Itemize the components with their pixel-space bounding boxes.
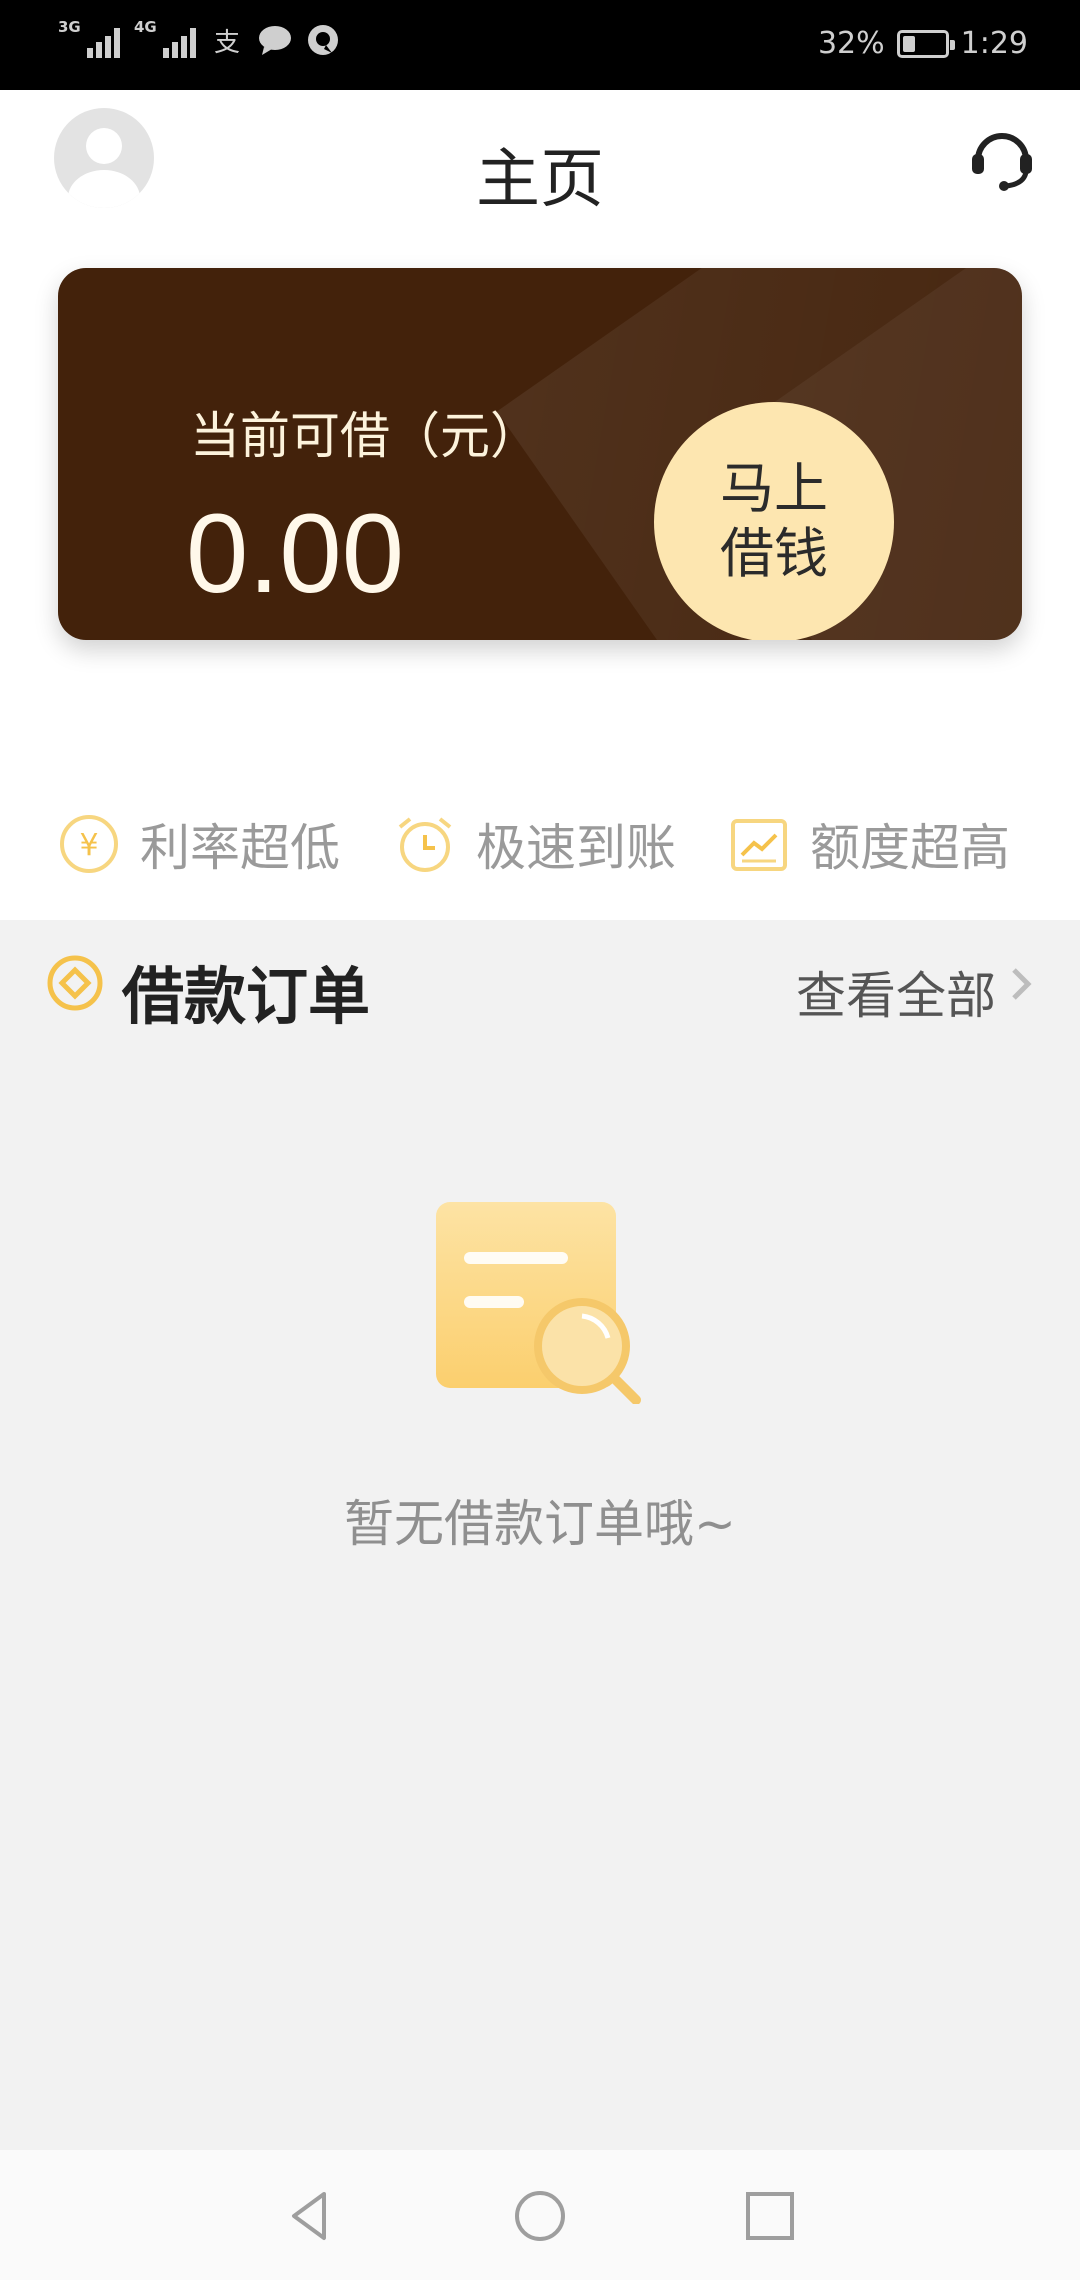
coin-icon xyxy=(47,955,103,1011)
alipay-icon: 支 xyxy=(213,27,240,58)
clock: 1:29 xyxy=(960,26,1028,61)
yuan-icon: ¥ xyxy=(60,815,118,873)
feature-label: 额度超高 xyxy=(810,819,1010,877)
chevron-right-icon[interactable] xyxy=(1006,964,1036,1004)
empty-document-icon xyxy=(436,1202,641,1404)
status-left: 3G 4G 支 xyxy=(58,18,340,58)
feature-fast-transfer: 极速到账 xyxy=(394,808,676,880)
battery-icon xyxy=(896,29,955,58)
available-credit-amount: 0.00 xyxy=(186,491,404,616)
alarm-clock-icon xyxy=(398,817,452,872)
qq-icon xyxy=(306,23,340,57)
feature-high-limit: 额度超高 xyxy=(728,808,1010,880)
signal-4g-icon: 4G xyxy=(134,18,196,58)
status-bar: 3G 4G 支 32% 1:29 xyxy=(0,0,1080,90)
network-type-label: 4G xyxy=(134,18,157,36)
feature-low-rate: ¥ 利率超低 xyxy=(58,808,340,880)
borrow-now-button[interactable]: 马上 借钱 xyxy=(654,402,894,640)
orders-header: 借款订单 查看全部 xyxy=(0,920,1080,1050)
headset-icon[interactable] xyxy=(966,124,1038,196)
home-icon[interactable] xyxy=(510,2186,570,2246)
view-all-link[interactable]: 查看全部 xyxy=(796,956,996,1028)
chat-icon xyxy=(258,23,292,57)
recents-icon[interactable] xyxy=(740,2186,800,2246)
system-nav-bar xyxy=(0,2150,1080,2280)
feature-label: 利率超低 xyxy=(140,819,340,877)
orders-title: 借款订单 xyxy=(122,960,371,1033)
battery-percent: 32% xyxy=(817,26,885,61)
borrow-button-line2: 借钱 xyxy=(720,522,828,585)
chart-icon xyxy=(731,819,787,871)
feature-label: 极速到账 xyxy=(476,819,676,877)
borrow-button-line1: 马上 xyxy=(720,457,828,521)
network-type-label: 3G xyxy=(58,18,81,36)
credit-card-panel: 当前可借（元） 0.00 马上 借钱 xyxy=(58,268,1022,640)
empty-orders-text: 暂无借款订单哦~ xyxy=(344,1495,736,1553)
signal-3g-icon: 3G xyxy=(58,18,120,58)
svg-text:¥: ¥ xyxy=(79,828,98,863)
feature-list: ¥ 利率超低 极速到账 额度超高 xyxy=(0,808,1080,888)
status-right: 32% 1:29 xyxy=(818,26,1028,61)
page-title: 主页 xyxy=(476,143,604,217)
back-icon[interactable] xyxy=(280,2186,340,2246)
available-credit-label: 当前可借（元） xyxy=(190,407,540,465)
